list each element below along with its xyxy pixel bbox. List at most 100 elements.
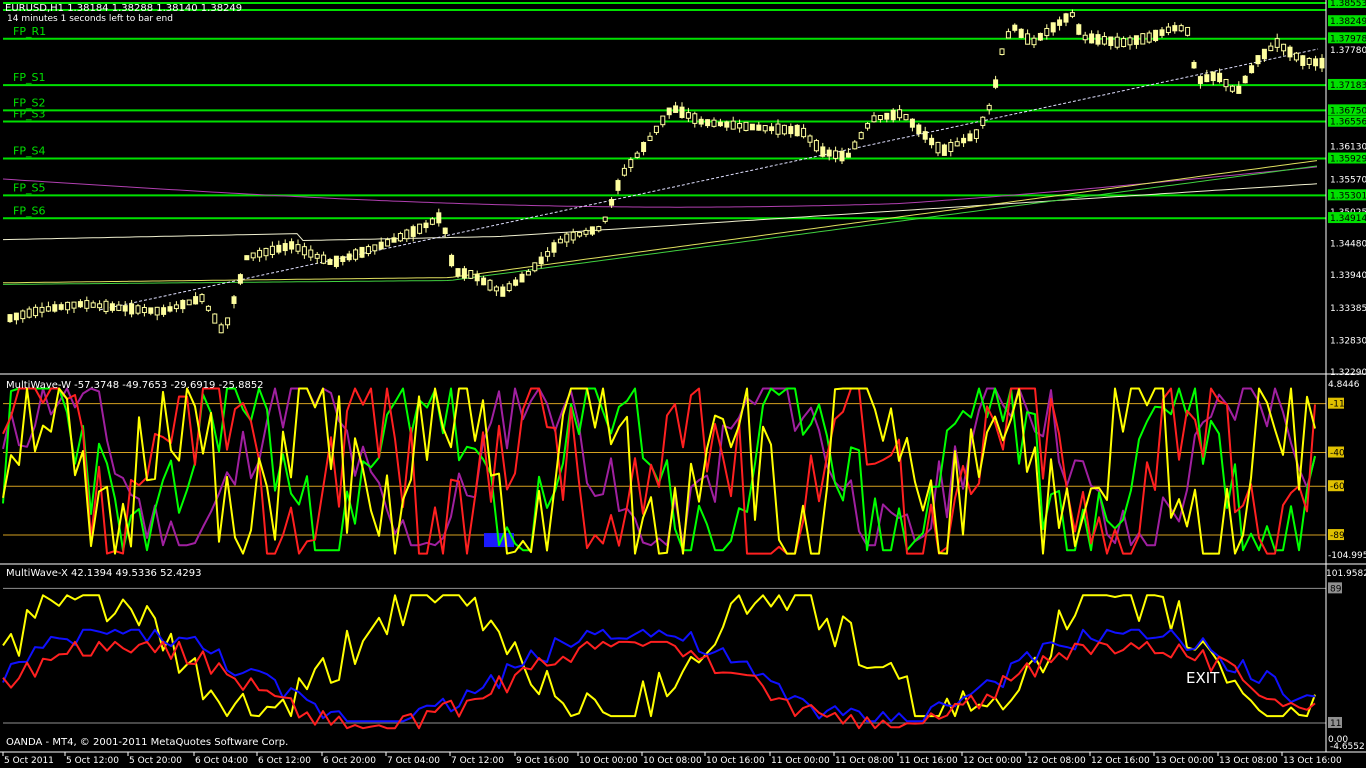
candle-body bbox=[820, 146, 826, 157]
pivot-label: FP_S6 bbox=[13, 204, 45, 217]
candle-body bbox=[1281, 43, 1287, 52]
price-axis-label: 1.35301 bbox=[1330, 191, 1366, 201]
level-label: -40 bbox=[1330, 449, 1345, 459]
candle-body bbox=[417, 223, 423, 234]
candle-body bbox=[839, 150, 845, 162]
candle-body bbox=[570, 231, 576, 241]
candle-body bbox=[404, 229, 410, 240]
candle-body bbox=[871, 115, 877, 123]
time-axis-label: 10 Oct 16:00 bbox=[706, 756, 765, 766]
candle-body bbox=[577, 231, 583, 237]
candle-body bbox=[513, 279, 519, 286]
time-axis-label: 5 Oct 2011 bbox=[4, 756, 54, 766]
candle-body bbox=[372, 244, 378, 252]
candle-body bbox=[589, 226, 595, 235]
candle-body bbox=[711, 119, 717, 127]
candle-body bbox=[647, 135, 653, 142]
candle-body bbox=[788, 126, 794, 135]
ma-green-line bbox=[3, 165, 1318, 285]
multiwave-x-panel[interactable]: 8911101.95820.00-4.6552 bbox=[2, 569, 1366, 752]
candle-body bbox=[769, 126, 775, 132]
candle-body bbox=[897, 109, 903, 119]
candle-body bbox=[468, 270, 474, 279]
candle-body bbox=[1159, 29, 1165, 36]
time-axis-label: 6 Oct 04:00 bbox=[195, 756, 248, 766]
candle-body bbox=[161, 307, 167, 315]
candle-body bbox=[602, 216, 608, 222]
candle-body bbox=[749, 123, 755, 131]
candle-body bbox=[781, 124, 787, 135]
candle-body bbox=[948, 141, 954, 153]
candle-body bbox=[173, 304, 179, 310]
candle-body bbox=[973, 129, 979, 139]
multiwave-w-panel[interactable]: -11 -40 -60 -89 4.8446 -104.995 bbox=[2, 380, 1366, 561]
candle-body bbox=[1236, 85, 1242, 94]
candle-body bbox=[660, 115, 666, 126]
multiwave-w-header: MultiWave-W -57.3748 -49.7653 -29.6919 -… bbox=[6, 380, 264, 391]
candle-body bbox=[263, 247, 269, 257]
candle-body bbox=[308, 249, 314, 258]
candle-body bbox=[423, 222, 429, 229]
candle-body bbox=[455, 268, 461, 277]
candle-body bbox=[1255, 55, 1261, 65]
candle-body bbox=[199, 294, 205, 303]
candle-body bbox=[1300, 55, 1306, 66]
candle-body bbox=[212, 313, 218, 324]
candle-body bbox=[564, 233, 570, 243]
time-axis-label: 6 Oct 20:00 bbox=[323, 756, 376, 766]
time-axis-label: 11 Oct 08:00 bbox=[835, 756, 894, 766]
candle-body bbox=[890, 109, 896, 121]
candle-body bbox=[1261, 48, 1267, 60]
candle-body bbox=[58, 304, 64, 310]
candle-body bbox=[1268, 45, 1274, 52]
candle-body bbox=[993, 79, 999, 88]
price-chart-panel[interactable]: FP_R1FP_S1FP_S2FP_S3FP_S4FP_S5FP_S61.385… bbox=[2, 0, 1366, 378]
candle-body bbox=[487, 279, 493, 291]
candle-body bbox=[1146, 32, 1152, 43]
price-axis-label: 1.37780 bbox=[1330, 46, 1366, 56]
candle-body bbox=[90, 302, 96, 308]
candle-body bbox=[301, 246, 307, 256]
candle-body bbox=[1313, 58, 1319, 67]
price-axis-label: 1.37978 bbox=[1330, 34, 1366, 44]
candle-body bbox=[852, 141, 858, 150]
candle-body bbox=[52, 304, 58, 312]
candle-body bbox=[1031, 37, 1037, 46]
candle-body bbox=[801, 127, 807, 138]
price-axis-label: 1.32830 bbox=[1330, 336, 1366, 346]
candle-body bbox=[724, 121, 730, 128]
candle-body bbox=[685, 112, 691, 119]
pivot-label: FP_S1 bbox=[13, 71, 45, 84]
candle-body bbox=[730, 120, 736, 130]
ma-yellow-line bbox=[2, 160, 1318, 284]
candle-body bbox=[813, 140, 819, 152]
candle-body bbox=[7, 314, 13, 323]
candle-body bbox=[353, 249, 359, 260]
candle-body bbox=[154, 306, 160, 316]
price-axis-label: 1.37183 bbox=[1330, 81, 1366, 91]
candle-body bbox=[276, 244, 282, 253]
candle-body bbox=[129, 303, 135, 315]
candle-body bbox=[634, 152, 640, 158]
candle-body bbox=[167, 306, 173, 312]
candle-body bbox=[1204, 74, 1210, 83]
candle-body bbox=[653, 125, 659, 134]
candle-body bbox=[500, 286, 506, 297]
candle-body bbox=[244, 255, 250, 261]
time-axis-label: 7 Oct 04:00 bbox=[387, 756, 440, 766]
candle-body bbox=[1223, 78, 1229, 88]
candle-body bbox=[1050, 22, 1056, 33]
time-axis-label: 5 Oct 12:00 bbox=[66, 756, 119, 766]
scale-max-label: 101.9582 bbox=[1326, 569, 1366, 579]
candle-body bbox=[922, 131, 928, 140]
level-label: -89 bbox=[1330, 531, 1345, 541]
time-axis-label: 12 Oct 16:00 bbox=[1091, 756, 1150, 766]
candle-body bbox=[33, 306, 39, 317]
candle-body bbox=[289, 241, 295, 250]
candle-body bbox=[1127, 37, 1133, 46]
candle-body bbox=[628, 159, 634, 168]
price-axis-label: 1.35929 bbox=[1330, 155, 1366, 165]
candle-body bbox=[257, 249, 263, 258]
candle-body bbox=[1133, 35, 1139, 45]
scale-min-label: -4.6552 bbox=[1330, 742, 1365, 752]
